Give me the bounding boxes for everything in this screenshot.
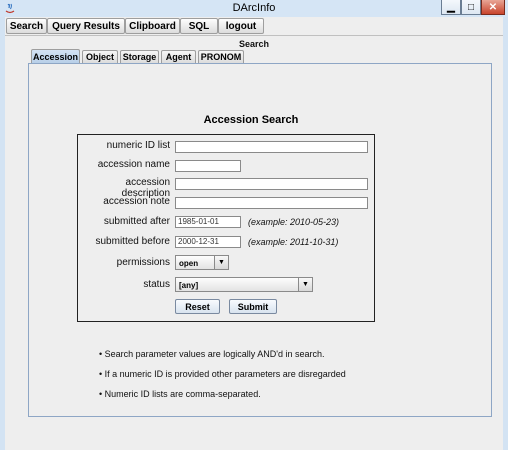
section-title: Search [238, 39, 270, 49]
status-value: [any] [179, 281, 199, 290]
permissions-label: permissions [116, 257, 170, 268]
menu-search-button[interactable]: Search [6, 18, 47, 34]
search-form: numeric ID list accession name accession… [77, 134, 375, 322]
permissions-select[interactable]: open ▼ [175, 255, 229, 270]
chevron-down-icon: ▼ [298, 278, 312, 291]
accession-description-input[interactable] [175, 178, 368, 190]
status-label: status [143, 279, 170, 290]
form-title: Accession Search [203, 114, 299, 126]
title-bar: DArcInfo ▁ □ ✕ [0, 0, 508, 17]
minimize-button[interactable]: ▁ [441, 0, 461, 15]
window-title: DArcInfo [232, 2, 276, 14]
menu-sql-button[interactable]: SQL [180, 18, 218, 34]
submitted-before-input[interactable]: 2000-12-31 [175, 236, 241, 248]
note-numeric-id: • If a numeric ID is provided other para… [99, 369, 346, 379]
maximize-button[interactable]: □ [461, 0, 481, 15]
permissions-value: open [179, 259, 199, 268]
submitted-before-example: (example: 2011-10-31) [248, 237, 339, 247]
note-and-logic: • Search parameter values are logically … [99, 349, 325, 359]
reset-button[interactable]: Reset [175, 299, 220, 314]
accession-name-input[interactable] [175, 160, 241, 172]
tab-accession[interactable]: Accession [31, 49, 80, 63]
submitted-after-example: (example: 2010-05-23) [248, 217, 340, 227]
close-icon: ✕ [488, 1, 498, 13]
menu-bar: Search Query Results Clipboard SQL logou… [5, 17, 503, 36]
note-comma-separated: • Numeric ID lists are comma-separated. [99, 389, 261, 399]
menu-logout-button[interactable]: logout [218, 18, 264, 34]
accession-note-input[interactable] [175, 197, 368, 209]
chevron-down-icon: ▼ [214, 256, 228, 269]
tab-agent[interactable]: Agent [161, 50, 196, 63]
numeric-id-list-label: numeric ID list [106, 140, 170, 151]
submitted-after-input[interactable]: 1985-01-01 [175, 216, 241, 228]
tab-pronom[interactable]: PRONOM [198, 50, 244, 63]
accession-panel: Accession Search numeric ID list accessi… [28, 63, 492, 417]
minimize-icon: ▁ [447, 1, 455, 13]
numeric-id-list-input[interactable] [175, 141, 368, 153]
close-button[interactable]: ✕ [481, 0, 505, 15]
accession-note-label: accession note [103, 196, 170, 207]
accession-name-label: accession name [97, 159, 170, 170]
tab-object[interactable]: Object [82, 50, 118, 63]
submitted-before-label: submitted before [95, 236, 171, 247]
submit-button[interactable]: Submit [229, 299, 277, 314]
submitted-after-label: submitted after [103, 216, 170, 227]
menu-query-results-button[interactable]: Query Results [47, 18, 125, 34]
maximize-icon: □ [467, 1, 475, 13]
status-select[interactable]: [any] ▼ [175, 277, 313, 292]
tab-storage[interactable]: Storage [120, 50, 159, 63]
app-window: Search Query Results Clipboard SQL logou… [5, 17, 503, 450]
menu-clipboard-button[interactable]: Clipboard [125, 18, 180, 34]
